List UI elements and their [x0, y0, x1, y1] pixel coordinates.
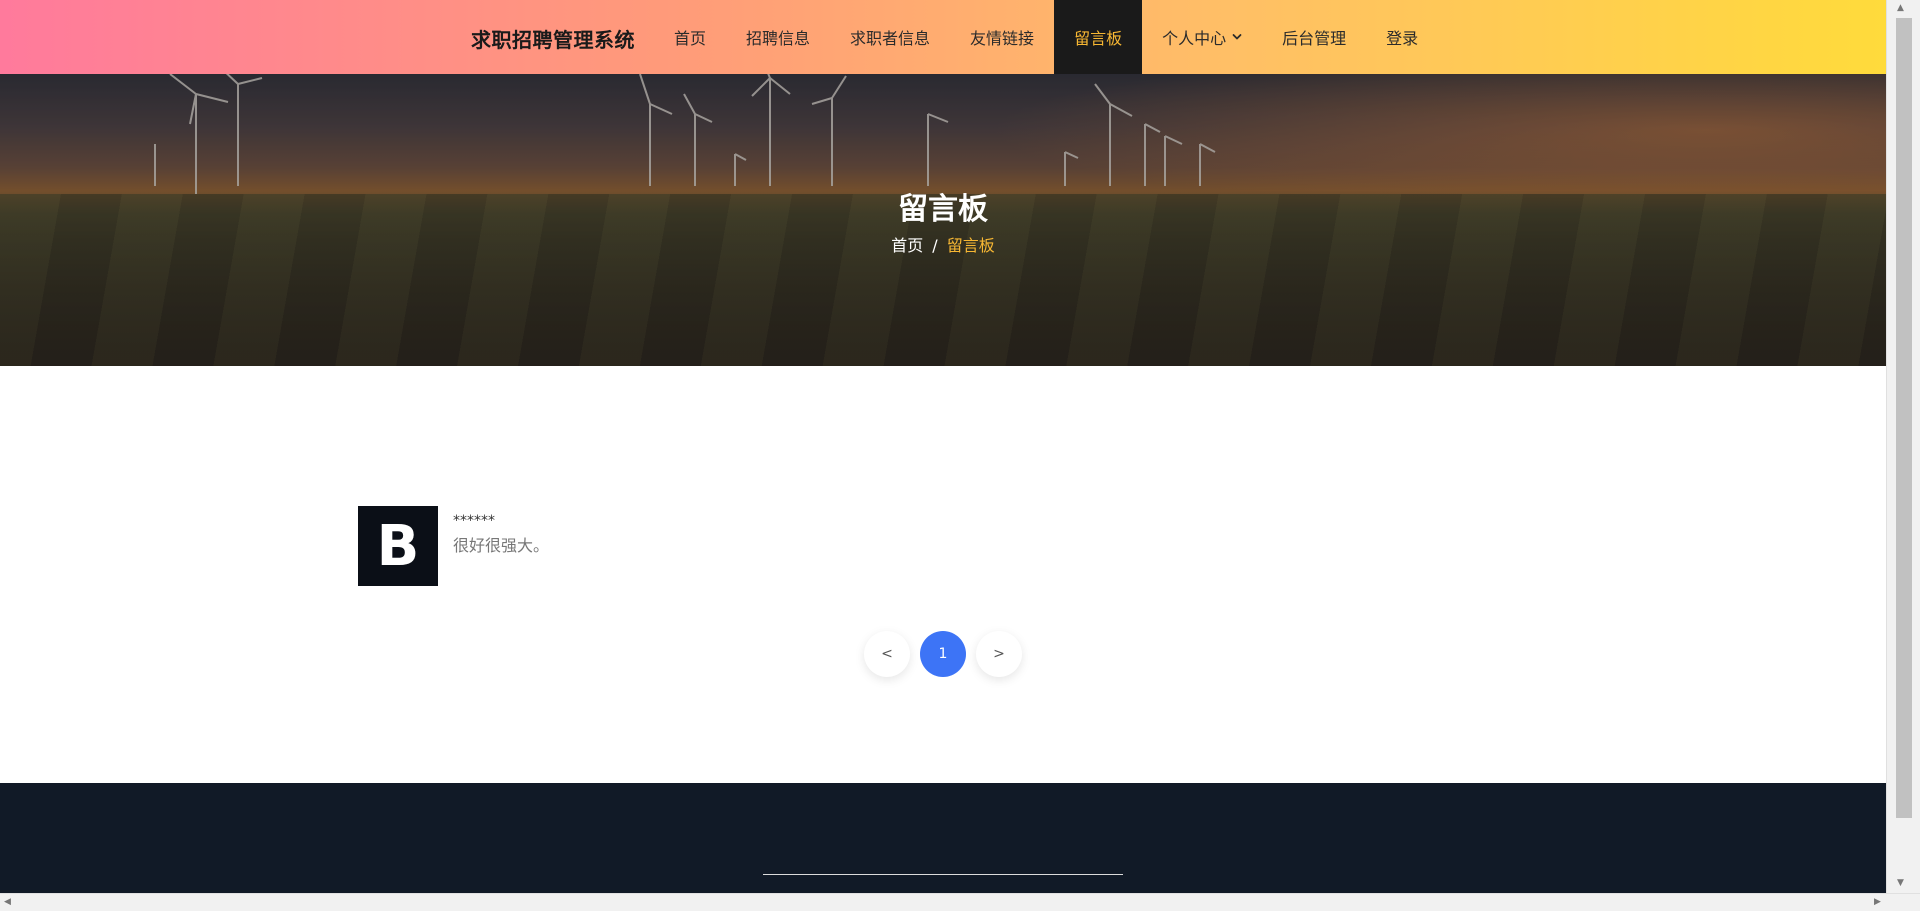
- site-brand[interactable]: 求职招聘管理系统: [471, 24, 635, 53]
- nav-item-personal-center[interactable]: 个人中心: [1142, 0, 1262, 74]
- nav-item-message-board[interactable]: 留言板: [1054, 0, 1143, 74]
- breadcrumb: 首页 / 留言板: [0, 232, 1886, 256]
- message-body: ****** 很好很强大。: [453, 506, 549, 559]
- scroll-left-icon[interactable]: ◀: [4, 897, 11, 907]
- footer-divider: [763, 874, 1123, 875]
- page-title: 留言板: [898, 192, 988, 227]
- message-text: 很好很强大。: [453, 536, 550, 555]
- vertical-scrollbar-thumb[interactable]: [1896, 18, 1912, 818]
- nav-item-label: 友情链接: [970, 29, 1035, 48]
- hero-banner: 留言板 首页 / 留言板: [0, 74, 1886, 366]
- nav-item-label: 留言板: [1074, 29, 1123, 48]
- page-1-button[interactable]: 1: [920, 631, 966, 677]
- nav-item-links[interactable]: 友情链接: [950, 0, 1054, 74]
- nav-item-label: 登录: [1386, 29, 1419, 48]
- main-nav: 首页 招聘信息 求职者信息 友情链接 留言板 个人中心 后台管理 登录: [654, 0, 1438, 74]
- page: 求职招聘管理系统 首页 招聘信息 求职者信息 友情链接 留言板 个人中心 后台管…: [0, 0, 1886, 893]
- navbar: 求职招聘管理系统 首页 招聘信息 求职者信息 友情链接 留言板 个人中心 后台管…: [0, 0, 1886, 74]
- nav-item-admin[interactable]: 后台管理: [1262, 0, 1366, 74]
- breadcrumb-separator: /: [932, 236, 938, 255]
- nav-item-label: 招聘信息: [746, 29, 811, 48]
- message-author: ******: [453, 513, 495, 529]
- footer: [0, 783, 1886, 893]
- horizontal-scrollbar[interactable]: ◀ ▶: [0, 893, 1920, 911]
- scroll-up-icon[interactable]: ▲: [1897, 3, 1904, 13]
- nav-item-label: 后台管理: [1282, 29, 1347, 48]
- nav-item-jobs[interactable]: 招聘信息: [726, 0, 830, 74]
- list-item: B ****** 很好很强大。: [358, 506, 549, 586]
- nav-item-job-seekers[interactable]: 求职者信息: [830, 0, 950, 74]
- avatar: B: [358, 506, 438, 586]
- nav-item-home[interactable]: 首页: [654, 0, 726, 74]
- chevron-down-icon: [1232, 32, 1242, 42]
- pagination: < 1 >: [864, 631, 1032, 677]
- nav-item-label: 求职者信息: [850, 29, 931, 48]
- breadcrumb-home[interactable]: 首页: [891, 236, 923, 255]
- nav-item-label: 个人中心: [1162, 29, 1227, 48]
- scroll-down-icon[interactable]: ▼: [1897, 878, 1904, 888]
- breadcrumb-current: 留言板: [946, 236, 995, 255]
- next-page-button[interactable]: >: [976, 631, 1022, 677]
- nav-item-login[interactable]: 登录: [1366, 0, 1438, 74]
- nav-item-label: 首页: [674, 29, 707, 48]
- prev-page-button[interactable]: <: [864, 631, 910, 677]
- vertical-scrollbar[interactable]: ▲ ▼: [1886, 0, 1920, 893]
- scroll-right-icon[interactable]: ▶: [1874, 897, 1881, 907]
